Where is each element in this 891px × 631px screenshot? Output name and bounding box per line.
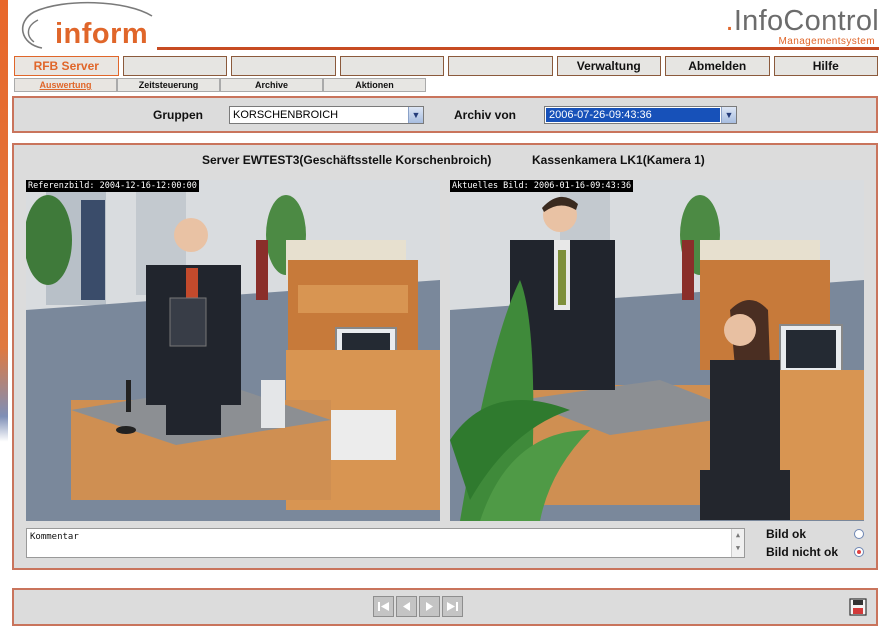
inform-logo: inform	[14, 0, 154, 52]
scroll-down-icon[interactable]: ▼	[732, 542, 744, 555]
current-image-label: Aktuelles Bild: 2006-01-16-09:43:36	[450, 180, 634, 192]
previous-button[interactable]	[396, 596, 417, 617]
navigation-buttons	[373, 596, 463, 617]
bild-ok-option[interactable]: Bild ok	[766, 527, 864, 541]
menu-rfb-server[interactable]: RFB Server	[14, 56, 119, 76]
bild-ok-radio[interactable]	[854, 529, 864, 539]
main-menu: RFB Server Verwaltung Abmelden Hilfe	[14, 56, 878, 76]
comment-input[interactable]: Kommentar ▲ ▼	[26, 528, 745, 558]
next-icon	[426, 602, 433, 611]
bild-nicht-ok-label: Bild nicht ok	[766, 545, 838, 559]
menu-abmelden[interactable]: Abmelden	[665, 56, 770, 76]
reference-image[interactable]: Referenzbild: 2004-12-16-12:00:00	[26, 180, 440, 521]
menu-empty-2[interactable]	[231, 56, 336, 76]
brand-name: .InfoControl	[725, 5, 879, 38]
left-accent-strip	[0, 0, 8, 631]
comment-text: Kommentar	[30, 532, 79, 542]
brand-block: .InfoControl Managementsystem	[725, 5, 879, 47]
gruppen-label: Gruppen	[153, 108, 203, 122]
menu-verwaltung[interactable]: Verwaltung	[556, 56, 661, 76]
filter-panel	[12, 96, 878, 133]
server-title: Server EWTEST3(Geschäftsstelle Korschenb…	[202, 153, 492, 167]
first-button[interactable]	[373, 596, 394, 617]
brand-dot: .	[725, 5, 734, 37]
menu-empty-3[interactable]	[339, 56, 444, 76]
header-rule	[157, 47, 879, 50]
previous-icon	[403, 602, 410, 611]
tab-zeitsteuerung[interactable]: Zeitsteuerung	[117, 78, 220, 92]
reference-photo	[26, 180, 440, 521]
bild-nicht-ok-option[interactable]: Bild nicht ok	[766, 545, 864, 559]
sub-menu: Auswertung Zeitsteuerung Archive Aktione…	[14, 78, 426, 94]
gruppen-select[interactable]: KORSCHENBROICH ▼	[229, 106, 424, 124]
save-icon	[849, 598, 867, 616]
brand-subtitle: Managementsystem	[778, 36, 875, 47]
last-icon	[447, 602, 458, 611]
brand-title: InfoControl	[733, 5, 879, 37]
reference-image-label: Referenzbild: 2004-12-16-12:00:00	[26, 180, 199, 192]
chevron-down-icon[interactable]: ▼	[721, 107, 736, 123]
current-photo	[450, 180, 864, 521]
tab-auswertung[interactable]: Auswertung	[14, 78, 117, 92]
first-icon	[378, 602, 389, 611]
bild-nicht-ok-radio[interactable]	[854, 547, 864, 557]
comment-scrollbar[interactable]: ▲ ▼	[731, 529, 744, 557]
menu-empty-1[interactable]	[122, 56, 227, 76]
archiv-select-value: 2006-07-26-09:43:36	[546, 108, 720, 122]
gruppen-select-value: KORSCHENBROICH	[233, 109, 339, 121]
bild-ok-label: Bild ok	[766, 527, 807, 541]
last-button[interactable]	[442, 596, 463, 617]
tab-archive[interactable]: Archive	[220, 78, 323, 92]
current-image[interactable]: Aktuelles Bild: 2006-01-16-09:43:36	[450, 180, 864, 521]
next-button[interactable]	[419, 596, 440, 617]
menu-hilfe[interactable]: Hilfe	[773, 56, 878, 76]
camera-title: Kassenkamera LK1(Kamera 1)	[532, 153, 705, 167]
scroll-up-icon[interactable]: ▲	[732, 529, 744, 542]
logo-text: inform	[55, 18, 149, 50]
save-button[interactable]	[849, 598, 867, 616]
menu-empty-4[interactable]	[448, 56, 553, 76]
tab-aktionen[interactable]: Aktionen	[323, 78, 426, 92]
chevron-down-icon[interactable]: ▼	[408, 107, 423, 123]
archiv-select[interactable]: 2006-07-26-09:43:36 ▼	[544, 106, 737, 124]
radio-selected-dot	[857, 550, 861, 554]
archiv-label: Archiv von	[454, 108, 517, 122]
